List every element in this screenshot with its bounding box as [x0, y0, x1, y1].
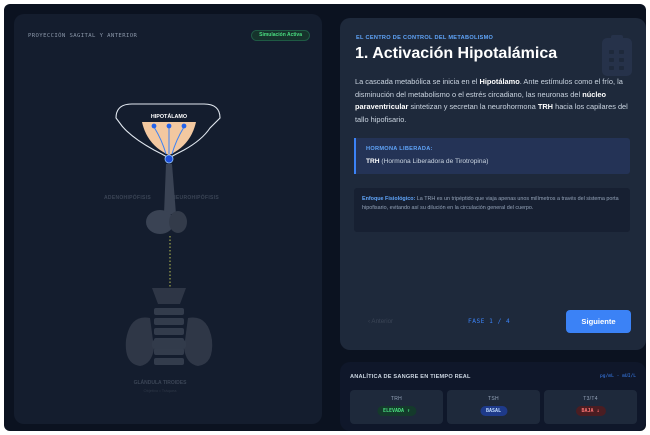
metric-name: T3/T4: [583, 396, 598, 402]
hypothalamus-term: Hipotálamo: [479, 77, 520, 86]
note-label: Enfoque Fisiológico:: [362, 196, 416, 202]
trh-term: TRH: [537, 102, 554, 111]
hormone-label: HORMONA LIBERADA:: [366, 146, 433, 152]
hypothalamus-label: HIPOTÁLAMO: [150, 114, 188, 120]
step-card: EL CENTRO DE CONTROL DEL METABOLISMO 1. …: [340, 18, 646, 350]
blood-analytics-card: ANALÍTICA DE SANGRE EN TIEMPO REAL pg/mL…: [340, 362, 646, 431]
blood-analytics-title: ANALÍTICA DE SANGRE EN TIEMPO REAL: [350, 374, 471, 380]
trachea: [154, 308, 184, 365]
metric-t3t4: T3/T4 BAJA ↓: [544, 390, 637, 424]
anatomy-panel: PROYECCIÓN SAGITAL Y ANTERIOR Simulación…: [14, 14, 322, 424]
thyroid-label: GLÁNDULA TIROIDES: [133, 380, 187, 386]
step-description: La cascada metabólica se inicia en el Hi…: [355, 77, 628, 124]
projection-label: PROYECCIÓN SAGITAL Y ANTERIOR: [28, 33, 138, 39]
neurohypophysis-label: NEUROHIPÓFISIS: [172, 195, 219, 201]
thyroid-right-lobe: [184, 317, 213, 366]
metric-name: TSH: [488, 396, 499, 402]
anatomy-diagram: [115, 103, 221, 366]
metric-status-badge: BAJA ↓: [575, 406, 606, 416]
physiology-note: Enfoque Fisiológico: La TRH es un tripép…: [354, 188, 630, 232]
neurohypophysis-lobe: [169, 211, 187, 233]
adenohypophysis-label: ADENOHIPÓFISIS: [104, 195, 151, 201]
thyroid-isthmus: [152, 340, 186, 349]
metric-tsh: TSH BASAL: [447, 390, 540, 424]
larynx-shape: [152, 288, 186, 304]
pituitary-stalk: [164, 164, 176, 214]
portal-node: [164, 154, 174, 164]
blood-units: pg/mL - mUI/L: [600, 374, 636, 379]
thyroid-left-lobe: [125, 317, 154, 366]
phase-indicator: FASE 1 / 4: [468, 318, 511, 325]
previous-button[interactable]: ‹ Anterior: [368, 318, 393, 325]
next-button[interactable]: Siguiente: [566, 310, 631, 333]
simulation-status-badge: Simulación Activa: [251, 30, 310, 41]
step-eyebrow: EL CENTRO DE CONTROL DEL METABOLISMO: [356, 35, 494, 41]
clipboard-icon: [602, 35, 632, 76]
released-hormone-box: HORMONA LIBERADA: TRH (Hormona Liberador…: [354, 138, 630, 174]
metric-status-badge: BASAL: [479, 406, 508, 416]
step-title: 1. Activación Hipotalámica: [355, 45, 558, 62]
hormone-value: TRH (Hormona Liberadora de Tirotropina): [366, 158, 489, 165]
metric-trh: TRH ELEVADA ↑: [350, 390, 443, 424]
metric-status-badge: ELEVADA ↑: [376, 406, 417, 416]
metric-name: TRH: [390, 396, 403, 402]
thyroid-sublabel: Objetivo • Tráquea: [143, 388, 177, 393]
